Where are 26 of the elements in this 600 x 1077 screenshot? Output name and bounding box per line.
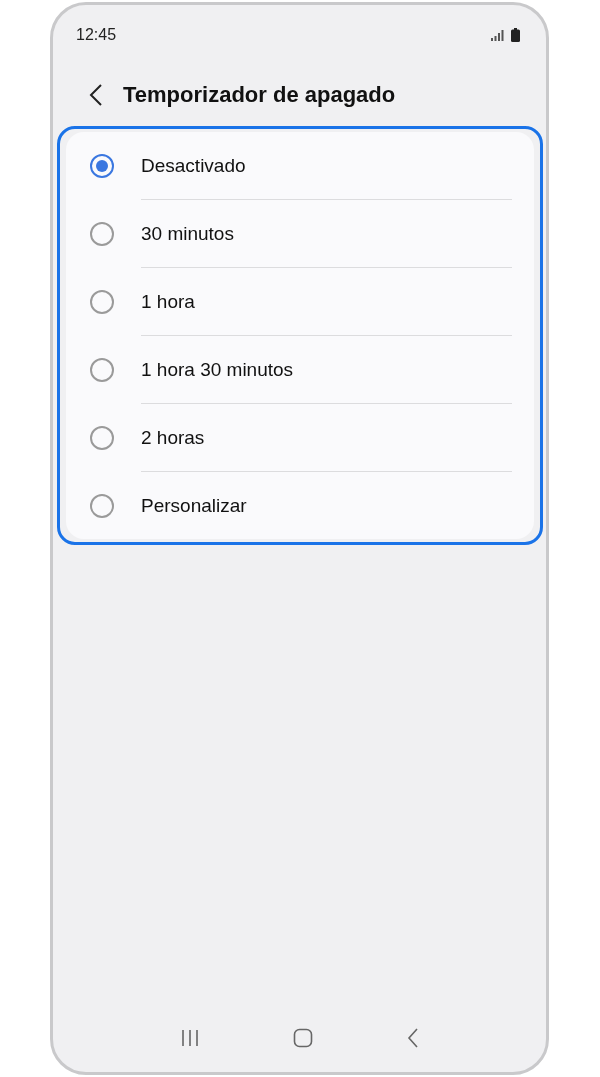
option-label: 30 minutos [141, 222, 234, 245]
radio-button[interactable] [90, 289, 114, 314]
home-icon[interactable] [293, 1028, 314, 1048]
option-row[interactable]: Personalizar [90, 472, 512, 539]
option-row[interactable]: 2 horas [90, 404, 512, 471]
back-button[interactable] [89, 83, 103, 107]
option-label: Desactivado [141, 154, 246, 177]
clock-time: 12:45 [76, 26, 117, 44]
radio-button[interactable] [90, 221, 114, 246]
battery-icon [511, 28, 520, 42]
option-label: 1 hora [141, 290, 195, 313]
radio-button[interactable] [90, 357, 114, 382]
radio-button[interactable] [90, 153, 114, 178]
radio-button[interactable] [90, 425, 114, 450]
option-label: Personalizar [141, 494, 247, 517]
option-label: 1 hora 30 minutos [141, 358, 294, 381]
back-icon[interactable] [407, 1028, 420, 1048]
option-row[interactable]: Desactivado [90, 132, 512, 199]
screen-title: Temporizador de apagado [123, 82, 396, 108]
recent-apps-icon[interactable] [179, 1029, 200, 1047]
option-row[interactable]: 30 minutos [90, 200, 512, 267]
radio-button[interactable] [90, 493, 114, 518]
signal-icon [491, 29, 504, 41]
option-row[interactable]: 1 hora [90, 268, 512, 335]
option-row[interactable]: 1 hora 30 minutos [90, 336, 512, 403]
option-label: 2 horas [141, 426, 205, 449]
